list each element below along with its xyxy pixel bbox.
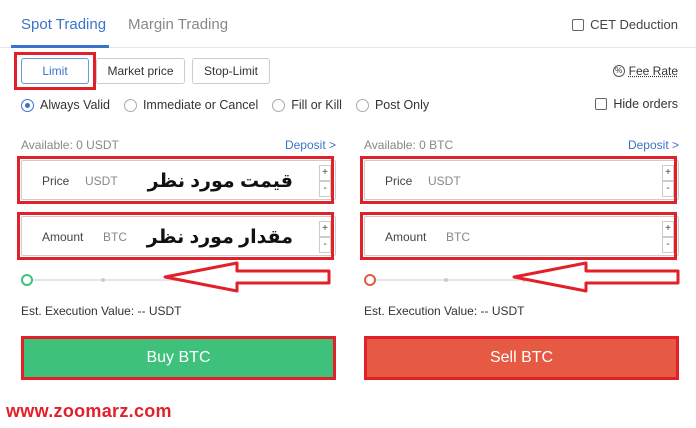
radio-always-valid[interactable]: Always Valid (21, 98, 110, 112)
radio-immediate-or-cancel[interactable]: Immediate or Cancel (123, 98, 259, 112)
annotation-arrow-left (512, 261, 680, 293)
annotation-box-buy-amount (17, 212, 334, 260)
radio-fill-or-kill[interactable]: Fill or Kill (272, 98, 342, 112)
annotation-box-limit (14, 52, 96, 90)
buy-deposit-link[interactable]: Deposit > (285, 138, 336, 152)
radio-label: Always Valid (40, 98, 110, 112)
slider-step-dot[interactable] (444, 278, 448, 282)
slider-step-dot[interactable] (101, 278, 105, 282)
annotation-arrow-left (163, 261, 331, 293)
watermark: www.zoomarz.com (6, 401, 172, 421)
percent-icon: % (612, 65, 625, 77)
sell-panel: Available: 0 BTC Deposit > Price USDT + … (360, 132, 680, 392)
buy-panel: Available: 0 USDT Deposit > Price USDT ق… (17, 132, 336, 392)
radio-label: Fill or Kill (291, 98, 342, 112)
buy-est-execution-value: Est. Execution Value: -- USDT (21, 304, 182, 318)
cet-deduction-checkbox[interactable] (572, 18, 585, 31)
sell-deposit-link[interactable]: Deposit > (628, 138, 679, 152)
cet-deduction-label: CET Deduction (590, 17, 678, 32)
sell-available-balance: Available: 0 BTC (364, 138, 454, 152)
annotation-box-sell-amount (360, 212, 677, 260)
buy-btc-button[interactable]: Buy BTC (21, 336, 336, 380)
hide-orders-toggle[interactable]: Hide orders (595, 97, 678, 111)
radio-indicator[interactable] (21, 98, 34, 112)
slider-handle[interactable] (21, 274, 33, 286)
hide-orders-label: Hide orders (613, 97, 678, 111)
fee-rate-label: Fee Rate (628, 64, 678, 78)
radio-indicator[interactable] (272, 98, 286, 112)
tab-spot-trading[interactable]: Spot Trading (21, 16, 106, 33)
sell-est-execution-value: Est. Execution Value: -- USDT (364, 304, 525, 318)
radio-post-only[interactable]: Post Only (355, 98, 430, 112)
fee-rate-link[interactable]: % Fee Rate (612, 64, 678, 78)
radio-indicator[interactable] (355, 98, 369, 112)
radio-label: Post Only (374, 98, 430, 112)
hide-orders-checkbox[interactable] (595, 98, 608, 110)
order-type-market-button[interactable]: Market price (96, 58, 185, 84)
slider-handle[interactable] (364, 274, 376, 286)
tab-margin-trading[interactable]: Margin Trading (128, 16, 228, 33)
active-tab-indicator (11, 45, 109, 48)
radio-indicator[interactable] (123, 98, 137, 112)
annotation-box-sell-price (360, 156, 677, 204)
cet-deduction-toggle[interactable]: CET Deduction (572, 17, 678, 32)
order-type-stop-limit-button[interactable]: Stop-Limit (192, 58, 270, 84)
trading-tabs: Spot Trading Margin Trading CET Deductio… (0, 0, 696, 48)
sell-btc-button[interactable]: Sell BTC (364, 336, 679, 380)
buy-available-balance: Available: 0 USDT (21, 138, 119, 152)
time-in-force-group: Always Valid Immediate or Cancel Fill or… (21, 98, 429, 112)
annotation-box-buy-price (17, 156, 334, 204)
radio-label: Immediate or Cancel (142, 98, 259, 112)
